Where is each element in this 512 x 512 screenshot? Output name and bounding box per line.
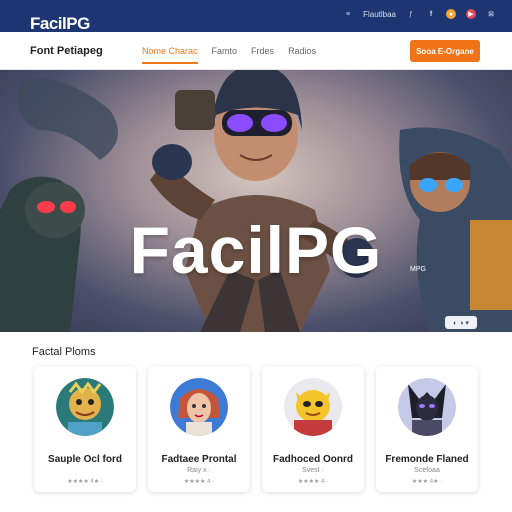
character-card[interactable]: Fadhoced Oonrd Svest · ★★★★ 4 ·	[262, 366, 364, 492]
nav-link-3[interactable]: Frdes	[251, 46, 274, 64]
top-bar-right: ≡ Flautlbaa ƒ f ● ▶ ⊠	[343, 9, 496, 19]
card-name: Fremonde Flaned	[385, 454, 469, 465]
hero-carousel-control[interactable]: ◐ ◑ ▾	[445, 316, 477, 329]
card-name: Fadtaee Prontal	[161, 454, 237, 465]
hero-tag: MPG	[410, 266, 426, 273]
dark-knight-avatar	[398, 378, 456, 436]
card-rating: ★★★★ 4 ·	[183, 479, 215, 485]
hero-banner: FacilPG MPG ◐ ◑ ▾	[0, 70, 512, 332]
card-name: Sauple Ocl ford	[48, 454, 122, 465]
bell-icon[interactable]: ≡	[343, 9, 353, 19]
twitter-icon[interactable]: ƒ	[406, 9, 416, 19]
instagram-icon[interactable]: ●	[446, 9, 456, 19]
site-title[interactable]: Font Petiapeg	[30, 45, 103, 57]
hero-title: FacilPG	[129, 213, 383, 287]
hero-illustration	[0, 70, 512, 332]
nav-link-home[interactable]: Nome Charac	[142, 46, 198, 64]
section-title: Factal Ploms	[32, 346, 96, 358]
character-card[interactable]: Sauple Ocl ford ★★★★ 4★ ·	[34, 366, 136, 492]
card-name: Fadhoced Oonrd	[273, 454, 353, 465]
character-card[interactable]: Fadtaee Prontal Raiy x · ★★★★ 4 ·	[148, 366, 250, 492]
nav-link-2[interactable]: Famto	[212, 46, 238, 64]
nav-bar: Font Petiapeg Nome Charac Famto Frdes Ra…	[0, 32, 512, 70]
main-hero-figure	[150, 70, 375, 332]
page: FacilPG ≡ Flautlbaa ƒ f ● ▶ ⊠ Font Petia…	[0, 0, 512, 512]
youtube-icon[interactable]: ▶	[466, 9, 476, 19]
facebook-icon[interactable]: f	[426, 9, 436, 19]
card-subtitle: Svest ·	[302, 467, 324, 474]
card-row: Sauple Ocl ford ★★★★ 4★ · Fadtaee Pronta…	[34, 366, 480, 492]
top-bar: FacilPG ≡ Flautlbaa ƒ f ● ▶ ⊠	[0, 0, 512, 34]
cta-button[interactable]: Sooa E-Organe	[410, 40, 480, 62]
girl-avatar	[170, 378, 228, 436]
nav-links: Nome Charac Famto Frdes Radios	[142, 46, 316, 64]
pinterest-icon[interactable]: ⊠	[486, 9, 496, 19]
account-link[interactable]: Flautlbaa	[363, 10, 396, 19]
card-rating: ★★★ 4★ ·	[411, 479, 443, 485]
brand-logo[interactable]: FacilPG	[30, 14, 90, 34]
card-subtitle: Scefoaa	[414, 467, 440, 474]
character-card[interactable]: Fremonde Flaned Scefoaa ★★★ 4★ ·	[376, 366, 478, 492]
nav-link-4[interactable]: Radios	[288, 46, 316, 64]
yellow-creature-avatar	[284, 378, 342, 436]
card-rating: ★★★★ 4 ·	[297, 479, 329, 485]
card-subtitle: Raiy x ·	[187, 467, 211, 474]
card-rating: ★★★★ 4★ ·	[67, 479, 103, 485]
monkey-avatar	[56, 378, 114, 436]
